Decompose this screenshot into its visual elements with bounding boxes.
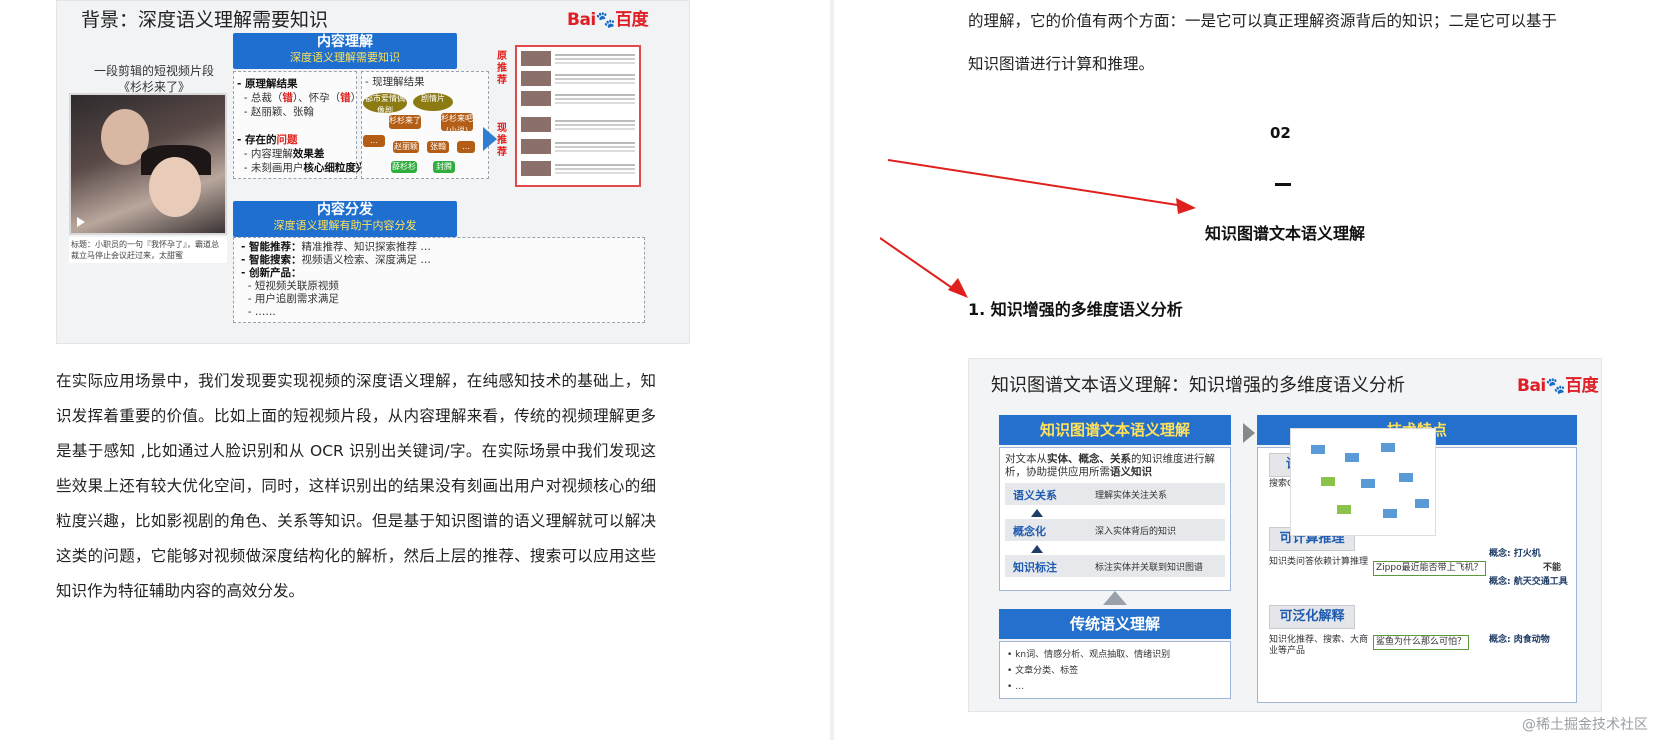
right-slide-image: 知识图谱文本语义理解：知识增强的多维度语义分析 Bai🐾百度 知识图谱文本语义理…	[968, 358, 1602, 712]
up-arrow-icon	[1031, 545, 1043, 553]
up-arrow-icon	[1103, 591, 1127, 605]
paw-icon: 🐾	[1545, 376, 1566, 395]
list-item	[521, 91, 639, 107]
graph-node: 赵丽颖	[393, 141, 419, 153]
example-extra: 不能	[1543, 563, 1562, 573]
kg-row: 知识标注 标注实体并关联到知识图谱	[1005, 555, 1225, 577]
graph-node: 薛杉杉	[391, 161, 417, 173]
kg-row: 语义关系 理解实体关注关系	[1005, 483, 1225, 505]
list-item	[521, 117, 639, 133]
graph-node: 杉杉来吧(小说)	[441, 113, 473, 135]
graph-node: 张翰	[427, 141, 449, 153]
kg-header: 知识图谱文本语义理解	[999, 415, 1231, 445]
feature-explanation: 可泛化解释	[1269, 605, 1355, 629]
example-concept: 概念: 肉食动物	[1489, 635, 1550, 645]
baidu-logo: Bai🐾百度	[1517, 376, 1599, 396]
up-arrow-icon	[1031, 509, 1043, 517]
kg-row: 概念化 深入实体背后的知识	[1005, 519, 1225, 541]
current-rec-tag: 现推荐	[497, 123, 507, 158]
graph-node: …	[363, 135, 385, 147]
traditional-items: • kn词、情感分析、观点抽取、情绪识别 • 文章分类、标签 • …	[1007, 650, 1171, 692]
content-understanding-bar: 内容理解 深度语义理解需要知识	[233, 33, 457, 69]
list-item	[521, 51, 639, 67]
arrow-right-icon	[1243, 423, 1255, 443]
distribution-text: - 智能推荐：精准推荐、知识探索推荐 … - 智能搜索：视频语义检索、深度满足 …	[241, 241, 431, 318]
baidu-logo: Bai🐾百度	[567, 5, 649, 30]
red-annotation-arrows	[880, 159, 1196, 298]
graph-node: …	[457, 141, 475, 153]
video-thumbnail	[69, 93, 227, 235]
section-dash	[1275, 183, 1291, 186]
section-title: 知识图谱文本语义理解	[1204, 224, 1365, 243]
list-item	[521, 139, 639, 155]
right-paragraph: 的理解，它的价值有两个方面：一是它可以真正理解资源背后的知识；二是它可以基于知识…	[968, 12, 1558, 73]
current-result-heading: - 现理解结果	[365, 76, 425, 88]
feature-desc: 知识类问答依赖计算推理	[1269, 557, 1369, 567]
traditional-header: 传统语义理解	[999, 609, 1231, 639]
video-note: 标题：小职员的一句『我怀孕了』，霸道总裁立马停止会议赶过来，太甜蜜	[69, 237, 227, 263]
graph-node: 杉杉来了	[389, 115, 421, 129]
logo-text: Bai	[567, 10, 596, 30]
arrow-right-icon	[483, 127, 497, 151]
left-slide-title: 背景：深度语义理解需要知识	[81, 9, 329, 31]
example-concept: 概念: 打火机	[1489, 549, 1541, 559]
left-paragraph: 在实际应用场景中，我们发现要实现视频的深度语义理解，在纯感知技术的基础上，知识发…	[56, 372, 656, 600]
section-number: 02	[1270, 124, 1291, 142]
original-rec-tag: 原推荐	[497, 51, 507, 86]
graph-node: 封腾	[433, 161, 455, 173]
example-query: 鲨鱼为什么那么可怕？	[1373, 635, 1470, 650]
recommendation-list	[515, 45, 641, 187]
graph-node: 都市爱情偶像剧	[363, 93, 407, 115]
graph-node: 剧情片	[413, 93, 453, 111]
clip-caption: 一段剪辑的短视频片段 《杉杉来了》	[93, 64, 214, 94]
left-slide-image: 背景：深度语义理解需要知识 Bai🐾百度 一段剪辑的短视频片段 《杉杉来了》 标…	[56, 0, 690, 344]
right-slide-title: 知识图谱文本语义理解：知识增强的多维度语义分析	[991, 375, 1405, 396]
example-concept: 概念: 航天交通工具	[1489, 577, 1568, 587]
play-icon	[77, 217, 85, 227]
feature-desc: 知识化推荐、搜索、大商业等产品	[1269, 635, 1369, 656]
logo-cn: 百度	[615, 10, 649, 30]
distribution-bar: 内容分发 深度语义理解有助于内容分发	[233, 201, 457, 237]
list-item	[521, 71, 639, 87]
page-divider	[830, 0, 834, 740]
kg-intro: 对文本从实体、概念、关系的知识维度进行解析，协助提供应用所需语义知识	[1005, 453, 1215, 478]
example-query: Zippo最近能否带上飞机？	[1373, 561, 1486, 576]
watermark: @稀土掘金技术社区	[1522, 717, 1648, 733]
paw-icon: 🐾	[595, 10, 616, 29]
list-item	[521, 161, 639, 177]
knowledge-graph-image	[1290, 428, 1436, 536]
original-result-text: - 原理解结果 - 总裁（错）、怀孕（错） - 赵丽颖、张翰 - 存在的问题 -…	[237, 78, 377, 174]
